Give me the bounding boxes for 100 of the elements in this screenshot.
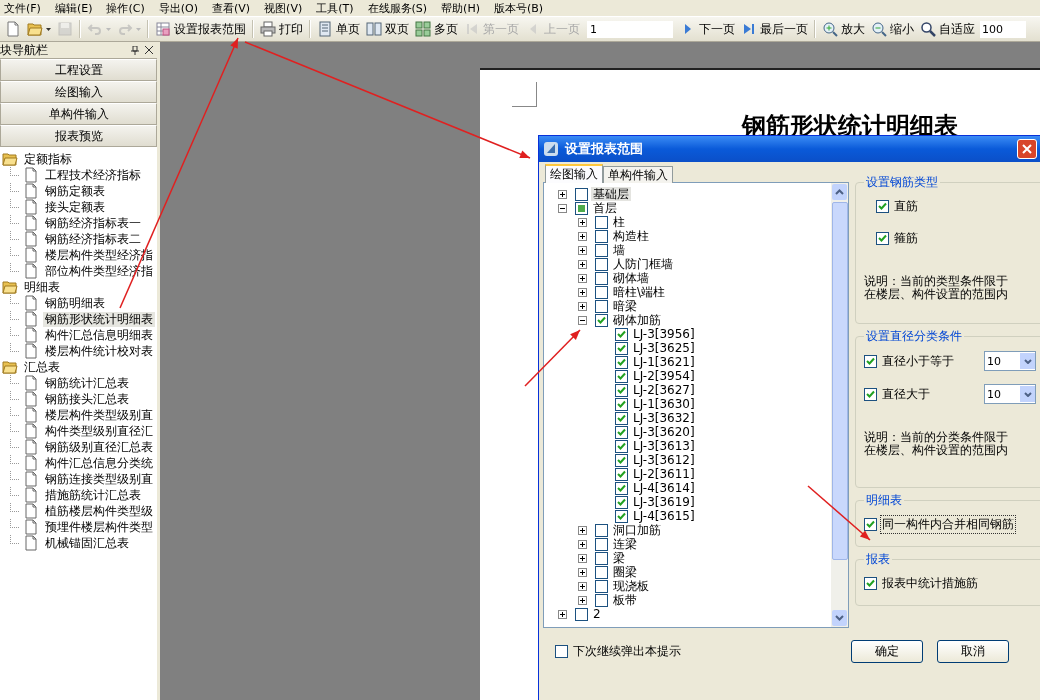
- tree-item[interactable]: LJ-3[3619]: [631, 495, 697, 509]
- toolbar-button[interactable]: 双页: [363, 18, 412, 40]
- tree-item[interactable]: LJ-3[3956]: [631, 327, 697, 341]
- checkbox-label[interactable]: 报表中统计措施筋: [880, 574, 980, 593]
- checkbox-label[interactable]: 同一构件内合并相同钢筋: [880, 515, 1016, 534]
- tree-item[interactable]: 暗梁: [611, 299, 639, 313]
- tree-item[interactable]: LJ-4[3615]: [631, 509, 697, 523]
- tree-item[interactable]: 墙: [611, 243, 627, 257]
- expand-toggle[interactable]: [578, 553, 587, 563]
- expand-toggle[interactable]: [578, 287, 587, 297]
- checkbox[interactable]: [615, 411, 628, 425]
- tree-item[interactable]: 钢筋形状统计明细表: [43, 311, 155, 327]
- checkbox[interactable]: [595, 243, 608, 257]
- tree-item[interactable]: 构件类型级别直径汇: [43, 423, 155, 439]
- checkbox[interactable]: [595, 257, 608, 271]
- tree-item[interactable]: 砌体墙: [611, 271, 651, 285]
- checkbox[interactable]: [595, 537, 608, 551]
- checkbox[interactable]: [864, 354, 877, 368]
- tree-item[interactable]: LJ-4[3614]: [631, 481, 697, 495]
- toolbar-button[interactable]: 下一页: [677, 18, 738, 40]
- expand-toggle[interactable]: [558, 609, 567, 619]
- tree-item[interactable]: LJ-3[3620]: [631, 425, 697, 439]
- expand-toggle[interactable]: [578, 539, 587, 549]
- tree-item[interactable]: 钢筋连接类型级别直: [43, 471, 155, 487]
- tree-item[interactable]: LJ-1[3630]: [631, 397, 697, 411]
- checkbox[interactable]: [864, 577, 877, 590]
- tree-item[interactable]: 连梁: [611, 537, 639, 551]
- menu-item[interactable]: 操作(C): [106, 0, 145, 16]
- expand-toggle[interactable]: [578, 273, 587, 283]
- tab[interactable]: 绘图输入: [545, 164, 603, 183]
- tree-item[interactable]: LJ-3[3625]: [631, 341, 697, 355]
- checkbox[interactable]: [615, 369, 628, 383]
- menu-item[interactable]: 文件(F): [4, 0, 41, 16]
- tree-item[interactable]: 钢筋明细表: [43, 295, 107, 311]
- tree-item[interactable]: 预埋件楼层构件类型: [43, 519, 155, 535]
- page-number-field[interactable]: 1: [587, 20, 673, 38]
- menu-item[interactable]: 编辑(E): [54, 0, 93, 16]
- tree-item[interactable]: 人防门框墙: [611, 257, 675, 271]
- tree-item[interactable]: 砌体加筋: [611, 313, 663, 327]
- checkbox[interactable]: [615, 383, 628, 397]
- tree-item[interactable]: 板带: [611, 593, 639, 607]
- tree-item[interactable]: LJ-1[3621]: [631, 355, 697, 369]
- tree-item[interactable]: 植筋楼层构件类型级: [43, 503, 155, 519]
- checkbox-label[interactable]: 箍筋: [892, 229, 920, 248]
- tree-item[interactable]: 构件汇总信息分类统: [43, 455, 155, 471]
- expand-toggle[interactable]: [578, 231, 587, 241]
- checkbox[interactable]: [864, 518, 877, 531]
- tree-item[interactable]: 机械锚固汇总表: [43, 535, 131, 551]
- checkbox-label[interactable]: 下次继续弹出本提示: [571, 642, 683, 661]
- checkbox[interactable]: [595, 299, 608, 313]
- tree-item[interactable]: LJ-3[3632]: [631, 411, 697, 425]
- dialog-button[interactable]: 取消: [937, 640, 1009, 663]
- checkbox[interactable]: [555, 645, 568, 658]
- toolbar-button[interactable]: 设置报表范围: [152, 18, 249, 40]
- tree-item[interactable]: LJ-2[3611]: [631, 467, 697, 481]
- checkbox[interactable]: [615, 453, 628, 467]
- checkbox[interactable]: [595, 215, 608, 229]
- menu-item[interactable]: 帮助(H): [441, 0, 480, 16]
- tree-item[interactable]: 接头定额表: [43, 199, 107, 215]
- tree-item[interactable]: 定额指标: [22, 151, 74, 167]
- close-icon[interactable]: [145, 46, 153, 54]
- expand-toggle[interactable]: [578, 259, 587, 269]
- checkbox[interactable]: [615, 425, 628, 439]
- checkbox[interactable]: [575, 201, 588, 215]
- toolbar-button[interactable]: 放大: [819, 18, 868, 40]
- checkbox[interactable]: [595, 551, 608, 565]
- checkbox[interactable]: [864, 387, 877, 401]
- tree-item[interactable]: 构件汇总信息明细表: [43, 327, 155, 343]
- toolbar-button[interactable]: 自适应: [917, 18, 978, 40]
- tree-item[interactable]: 基础层: [591, 187, 631, 201]
- checkbox[interactable]: [615, 467, 628, 481]
- nav-button[interactable]: 单构件输入: [0, 103, 157, 125]
- menu-item[interactable]: 查看(V): [212, 0, 251, 16]
- tree-item[interactable]: 明细表: [22, 279, 62, 295]
- tree-item[interactable]: LJ-2[3627]: [631, 383, 697, 397]
- checkbox[interactable]: [615, 509, 628, 523]
- tree-item[interactable]: 钢筋定额表: [43, 183, 107, 199]
- tree-item[interactable]: 构造柱: [611, 229, 651, 243]
- tree-item[interactable]: 钢筋统计汇总表: [43, 375, 131, 391]
- checkbox[interactable]: [595, 593, 608, 607]
- checkbox[interactable]: [595, 579, 608, 593]
- checkbox[interactable]: [615, 327, 628, 341]
- menu-item[interactable]: 工具(T): [316, 0, 354, 16]
- checkbox[interactable]: [615, 355, 628, 369]
- expand-toggle[interactable]: [578, 245, 587, 255]
- tree-item[interactable]: 钢筋经济指标表一: [43, 215, 143, 231]
- nav-button[interactable]: 工程设置: [0, 59, 157, 81]
- checkbox[interactable]: [595, 271, 608, 285]
- tree-item[interactable]: 工程技术经济指标: [43, 167, 143, 183]
- tree-item[interactable]: 洞口加筋: [611, 523, 663, 537]
- menu-item[interactable]: 视图(V): [264, 0, 303, 16]
- dropdown[interactable]: 10: [984, 351, 1036, 371]
- expand-toggle[interactable]: [558, 189, 567, 199]
- expand-toggle[interactable]: [558, 203, 567, 213]
- dialog-button[interactable]: 确定: [851, 640, 923, 663]
- scrollbar[interactable]: [831, 183, 848, 627]
- toolbar-button[interactable]: 缩小: [868, 18, 917, 40]
- expand-toggle[interactable]: [578, 217, 587, 227]
- expand-toggle[interactable]: [578, 525, 587, 535]
- tree-item[interactable]: 柱: [611, 215, 627, 229]
